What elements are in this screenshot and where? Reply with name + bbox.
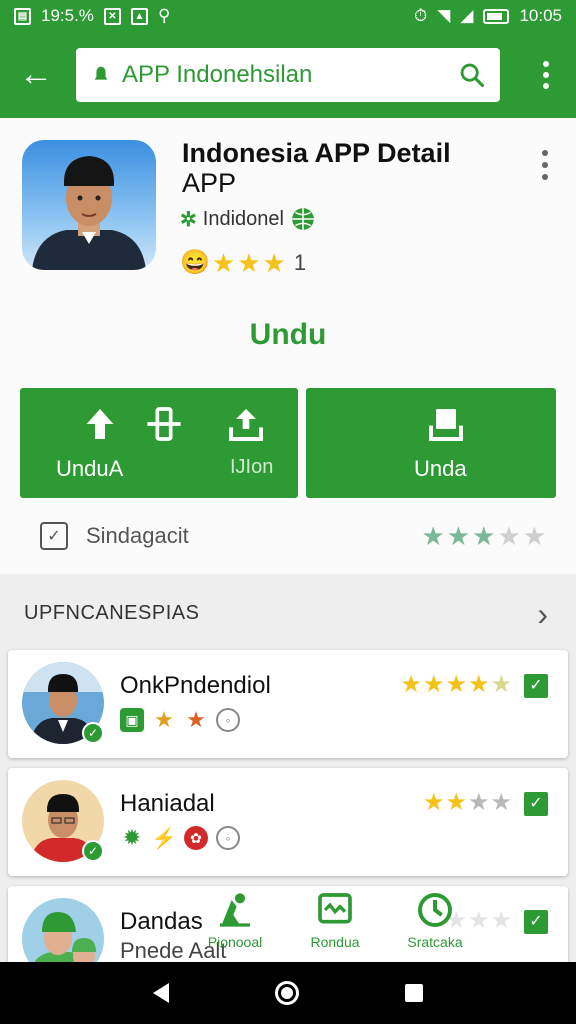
sim-icon: ▤ — [14, 7, 31, 25]
inbox-tray-icon — [429, 409, 463, 441]
app-title: Indonesia APP Detail APP — [182, 138, 502, 198]
headline-label: Undu — [249, 318, 327, 351]
gear-icon: ✹ — [122, 825, 142, 850]
bolt-icon: ⚡ — [151, 827, 177, 850]
option-rating-stars: ★ ★ ★ ★ ★ — [421, 522, 546, 550]
alarm-icon: ⏱ — [414, 6, 428, 25]
system-nav-bar — [0, 962, 576, 1024]
battery-icon — [483, 8, 510, 24]
list-item-name: OnkPndendiol — [120, 672, 271, 699]
clock-time: 10:05 — [519, 6, 562, 25]
option-row[interactable]: ✓ Sindagacit — [40, 522, 189, 550]
tab-label: Rondua — [310, 934, 360, 950]
install-action-label: Unda — [414, 456, 467, 481]
developer-row[interactable]: ✲ Indidonel — [180, 206, 316, 232]
status-bar: ▤ 19:5.% ✕ ▲ ⚲ ⏱ ◥ ◢ 10:05 — [0, 0, 576, 32]
rating-stars: ★ ★ ★ ★ ★ — [400, 671, 512, 698]
rating-count: 1 — [293, 249, 307, 275]
checkbox[interactable]: ✓ — [40, 522, 68, 550]
list-item-name: Haniadal — [120, 790, 215, 817]
section-header[interactable]: UPFNCANESPIAS › — [0, 588, 576, 638]
app-title-main: Indonesia APP Detail — [182, 138, 451, 168]
feature-icons: ▣ ★ ★ ◦ — [120, 707, 240, 732]
app-header-card: Indonesia APP Detail APP ✲ Indidonel 😄 ★… — [0, 118, 576, 574]
download-action-secondary: IJIon — [230, 456, 274, 478]
search-query: APP Indonehsilan — [122, 61, 313, 88]
tab-label: Sratcaka — [407, 934, 463, 950]
wifi-icon: ◥ — [437, 6, 451, 25]
verified-badge-icon: ✓ — [82, 722, 104, 744]
section-title: UPFNCANESPIAS — [24, 602, 200, 624]
developer-badge-icon: ✲ — [180, 208, 197, 231]
download-action-label: UnduA — [56, 456, 124, 481]
back-arrow-icon[interactable]: ← — [16, 54, 56, 94]
inbox-icon — [318, 893, 352, 924]
upload-tray-icon — [229, 409, 263, 441]
signal-icon: ◢ — [460, 6, 474, 25]
bell-icon — [94, 66, 108, 80]
search-input[interactable]: APP Indonehsilan — [76, 48, 500, 102]
star-icon: ★ — [262, 247, 286, 278]
star-icon: ★ — [446, 521, 471, 551]
developer-name: Indidonel — [202, 207, 284, 230]
emoji-badge-icon: 😄 — [180, 249, 210, 276]
info-icon: ◦ — [216, 708, 240, 732]
star-icon: ★ — [497, 521, 521, 551]
star-icon: ★ — [421, 521, 445, 551]
chevron-right-icon[interactable]: › — [537, 596, 548, 633]
select-checkbox[interactable]: ✓ — [524, 792, 548, 816]
overflow-menu-icon[interactable] — [538, 58, 554, 92]
app-icon — [22, 140, 156, 270]
connector-icon — [147, 407, 181, 441]
list-item[interactable]: ✓ OnkPndendiol ▣ ★ ★ ◦ ★ ★ ★ ★ ★ ✓ — [8, 650, 568, 758]
nav-recents-icon[interactable] — [405, 984, 423, 1002]
download-action-button[interactable]: UnduA IJIon — [20, 388, 298, 498]
select-checkbox[interactable]: ✓ — [524, 674, 548, 698]
verified-badge-icon: ✓ — [82, 840, 104, 862]
nav-back-icon[interactable] — [153, 983, 169, 1003]
info-icon: ◦ — [216, 826, 240, 850]
status-left-text: 19:5.% — [41, 6, 94, 25]
tab-sratcaka[interactable]: Sratcaka — [390, 890, 480, 950]
tab-pionooal[interactable]: Pionooal — [190, 890, 280, 950]
nav-home-icon[interactable] — [275, 981, 299, 1005]
more-options-icon[interactable] — [542, 150, 550, 180]
install-action-button[interactable]: Unda — [306, 388, 556, 498]
rating-row: 😄 ★ ★ ★ 1 — [180, 248, 306, 277]
option-label: Sindagacit — [86, 523, 189, 548]
arrow-up-icon — [86, 409, 114, 439]
android-icon: ▣ — [120, 708, 144, 732]
rating-stars: ★ ★ ★ ★ — [422, 789, 512, 816]
star-icon: ★ — [154, 707, 174, 732]
globe-icon — [292, 208, 314, 230]
star-icon: ★ — [472, 521, 496, 551]
badge-icon: ✿ — [184, 826, 208, 850]
star-icon: ★ — [186, 707, 206, 732]
usb-icon: ⚲ — [157, 6, 171, 25]
tab-rondua[interactable]: Rondua — [290, 890, 380, 950]
search-icon[interactable] — [458, 61, 486, 89]
feature-icons: ✹ ⚡ ✿ ◦ — [120, 825, 240, 850]
star-icon: ★ — [211, 247, 236, 278]
image-icon: ▲ — [130, 7, 148, 25]
notification-icon: ✕ — [103, 7, 121, 25]
tab-label: Pionooal — [207, 934, 263, 950]
list-item[interactable]: ✓ Haniadal ✹ ⚡ ✿ ◦ ★ ★ ★ ★ ✓ — [8, 768, 568, 876]
star-icon: ★ — [522, 521, 546, 551]
app-title-sub: APP — [182, 168, 237, 198]
select-checkbox[interactable]: ✓ — [524, 910, 548, 934]
person-pin-icon — [220, 893, 250, 927]
clock-icon — [418, 893, 452, 927]
star-icon: ★ — [237, 247, 261, 278]
bottom-action-tabs: Pionooal Rondua Sratcaka — [190, 890, 480, 960]
top-app-bar: ← APP Indonehsilan — [0, 32, 576, 118]
